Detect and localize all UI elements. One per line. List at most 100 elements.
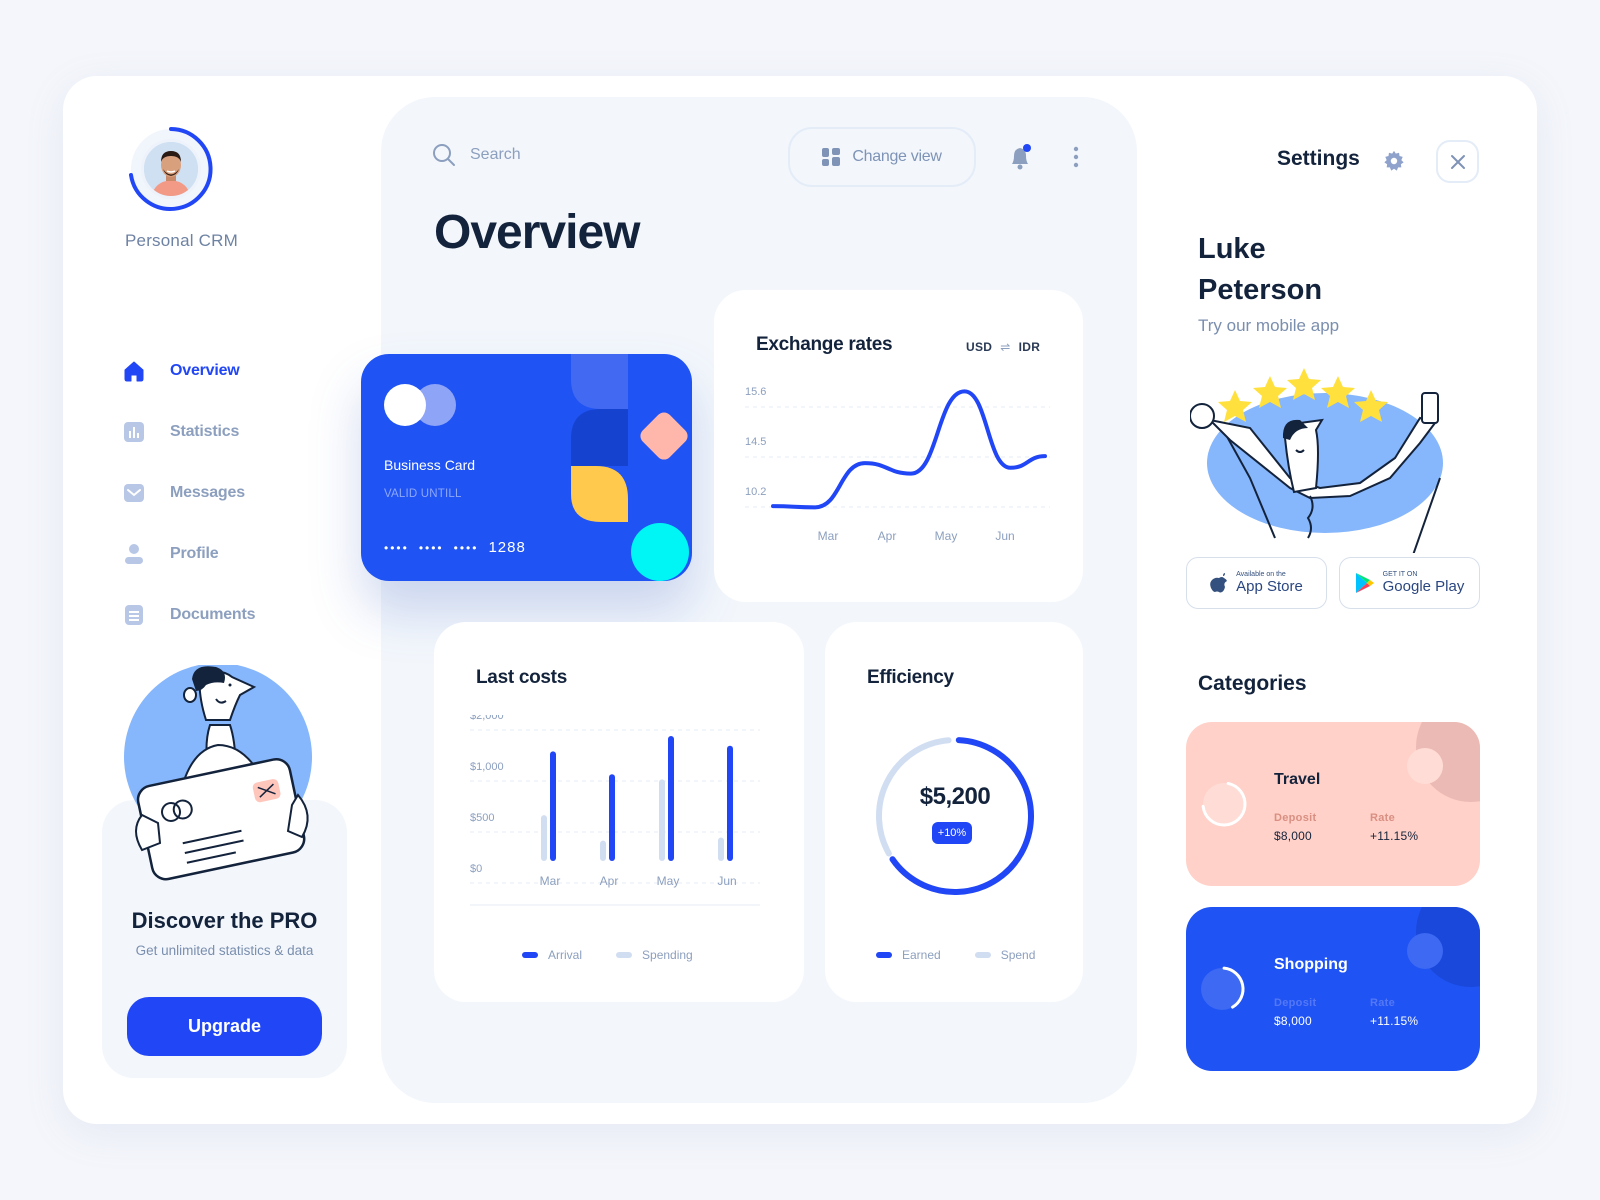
x-tick-label: Jun	[717, 874, 736, 888]
travel-progress-ring	[1201, 781, 1247, 827]
sidebar-item-label: Messages	[170, 483, 245, 501]
efficiency-change-badge: +10%	[932, 822, 972, 844]
deposit-value: $8,000	[1274, 1014, 1312, 1028]
last-costs-title: Last costs	[476, 667, 567, 688]
bar-spending	[541, 815, 547, 861]
efficiency-legend: Earned Spend	[876, 948, 1069, 962]
x-tick-label: Apr	[878, 529, 897, 543]
business-credit-card[interactable]: Business Card VALID UNTILL •••• •••• •••• 1…	[361, 354, 692, 581]
notification-bell-icon[interactable]	[1009, 144, 1031, 170]
efficiency-title: Efficiency	[867, 667, 954, 688]
bar-arrival	[609, 774, 615, 861]
pro-title: Discover the PRO	[131, 908, 318, 933]
exchange-rates-title: Exchange rates	[756, 334, 893, 355]
legend-item-spend: Spend	[974, 948, 1035, 962]
efficiency-donut-chart	[876, 737, 1034, 895]
google-play-button[interactable]: GET IT ON Google Play	[1339, 557, 1480, 609]
y-tick-label: 10.2	[745, 486, 766, 498]
rate-label: Rate	[1370, 997, 1396, 1009]
pro-subtitle: Get unlimited statistics & data	[135, 943, 314, 958]
sidebar-item-messages[interactable]: Messages	[123, 462, 255, 523]
app-store-button[interactable]: Available on the App Store	[1186, 557, 1327, 609]
notification-dot	[1023, 144, 1031, 152]
document-icon	[123, 604, 145, 626]
change-view-label: Change view	[852, 148, 942, 165]
sidebar-nav: Overview Statistics Messages Profile Doc…	[123, 340, 256, 645]
rate-value: +11.15%	[1370, 829, 1419, 843]
deposit-value: $8,000	[1274, 829, 1312, 843]
swap-icon: ⇌	[1000, 340, 1011, 354]
x-tick-label: May	[657, 874, 680, 888]
category-card-shopping[interactable]: Shopping Deposit $8,000 Rate +11.15%	[1186, 907, 1480, 1071]
legend-item-arrival: Arrival	[522, 948, 582, 962]
card-decoration	[571, 354, 689, 581]
x-tick-label: Apr	[600, 874, 619, 888]
deposit-label: Deposit	[1274, 997, 1317, 1009]
currency-pair-toggle[interactable]: USD ⇌ IDR	[966, 340, 1040, 354]
user-name: Luke Peterson	[1198, 233, 1323, 306]
upgrade-button[interactable]: Upgrade	[127, 997, 322, 1056]
card-valid-label: VALID UNTILL	[384, 488, 462, 500]
app-name: Personal CRM	[125, 231, 238, 250]
mobile-app-promo: Try our mobile app	[1198, 316, 1340, 335]
search-placeholder: Search	[470, 146, 521, 163]
exchange-rate-line-chart: 15.6 14.5 10.2 Mar Apr May Jun	[745, 386, 1050, 543]
bar-arrival	[550, 751, 556, 861]
card-last4: 1288	[488, 539, 526, 556]
deposit-label: Deposit	[1274, 812, 1317, 824]
grid-view-icon	[822, 148, 841, 166]
settings-title: Settings	[1277, 147, 1360, 170]
card-logo-circle	[384, 384, 426, 426]
legend-item-spending: Spending	[616, 948, 693, 962]
category-name: Shopping	[1274, 956, 1348, 973]
currency-to: IDR	[1018, 340, 1041, 354]
donut-slice-earned	[889, 737, 1034, 895]
shopping-progress-ring	[1201, 966, 1245, 1010]
y-tick-label: $500	[470, 812, 494, 824]
sidebar-item-label: Documents	[170, 605, 256, 623]
x-tick-label: May	[935, 529, 958, 543]
x-tick-label: Mar	[540, 874, 561, 888]
currency-from: USD	[966, 340, 993, 354]
y-tick-label: 14.5	[745, 436, 766, 448]
last-costs-legend: Arrival Spending	[522, 948, 727, 962]
google-play-icon	[1355, 573, 1374, 593]
home-icon	[123, 360, 145, 382]
mail-icon	[123, 482, 145, 504]
user-icon	[123, 543, 145, 565]
efficiency-value: $5,200	[919, 783, 991, 810]
sidebar-item-profile[interactable]: Profile	[123, 523, 255, 584]
x-tick-label: Mar	[818, 529, 839, 543]
sidebar-item-statistics[interactable]: Statistics	[123, 401, 255, 462]
bar-arrival	[727, 745, 733, 861]
category-name: Travel	[1274, 771, 1321, 788]
rate-label: Rate	[1370, 812, 1396, 824]
page-title: Overview	[434, 206, 640, 259]
search-icon	[433, 144, 455, 166]
bar-spending	[600, 840, 606, 861]
search-input[interactable]: Search	[432, 143, 521, 167]
category-card-travel[interactable]: Travel Deposit $8,000 Rate +11.15%	[1186, 722, 1480, 886]
sidebar-item-label: Profile	[170, 544, 219, 562]
sidebar-item-label: Overview	[170, 361, 240, 379]
sidebar-item-label: Statistics	[170, 422, 240, 440]
legend-item-earned: Earned	[876, 948, 941, 962]
sidebar-item-overview[interactable]: Overview	[123, 340, 255, 401]
close-icon	[1450, 154, 1465, 169]
happy-man-stars-illustration	[1190, 368, 1443, 553]
avatar[interactable]	[127, 125, 215, 213]
y-tick-label: $0	[470, 863, 482, 875]
sidebar-item-documents[interactable]: Documents	[123, 584, 256, 645]
bar-spending	[718, 837, 724, 861]
y-tick-label: 15.6	[745, 386, 766, 398]
exchange-rate-line	[771, 389, 1047, 510]
avatar-photo	[141, 139, 201, 199]
card-number: •••• •••• •••• 1288	[384, 539, 526, 556]
bar-chart-icon	[123, 421, 145, 443]
more-options-icon[interactable]	[1072, 146, 1080, 168]
y-tick-label: $2,000	[470, 715, 504, 722]
close-button[interactable]	[1436, 140, 1479, 183]
card-name: Business Card	[384, 457, 476, 473]
gear-icon[interactable]	[1383, 150, 1405, 172]
change-view-button[interactable]: Change view	[788, 127, 976, 187]
